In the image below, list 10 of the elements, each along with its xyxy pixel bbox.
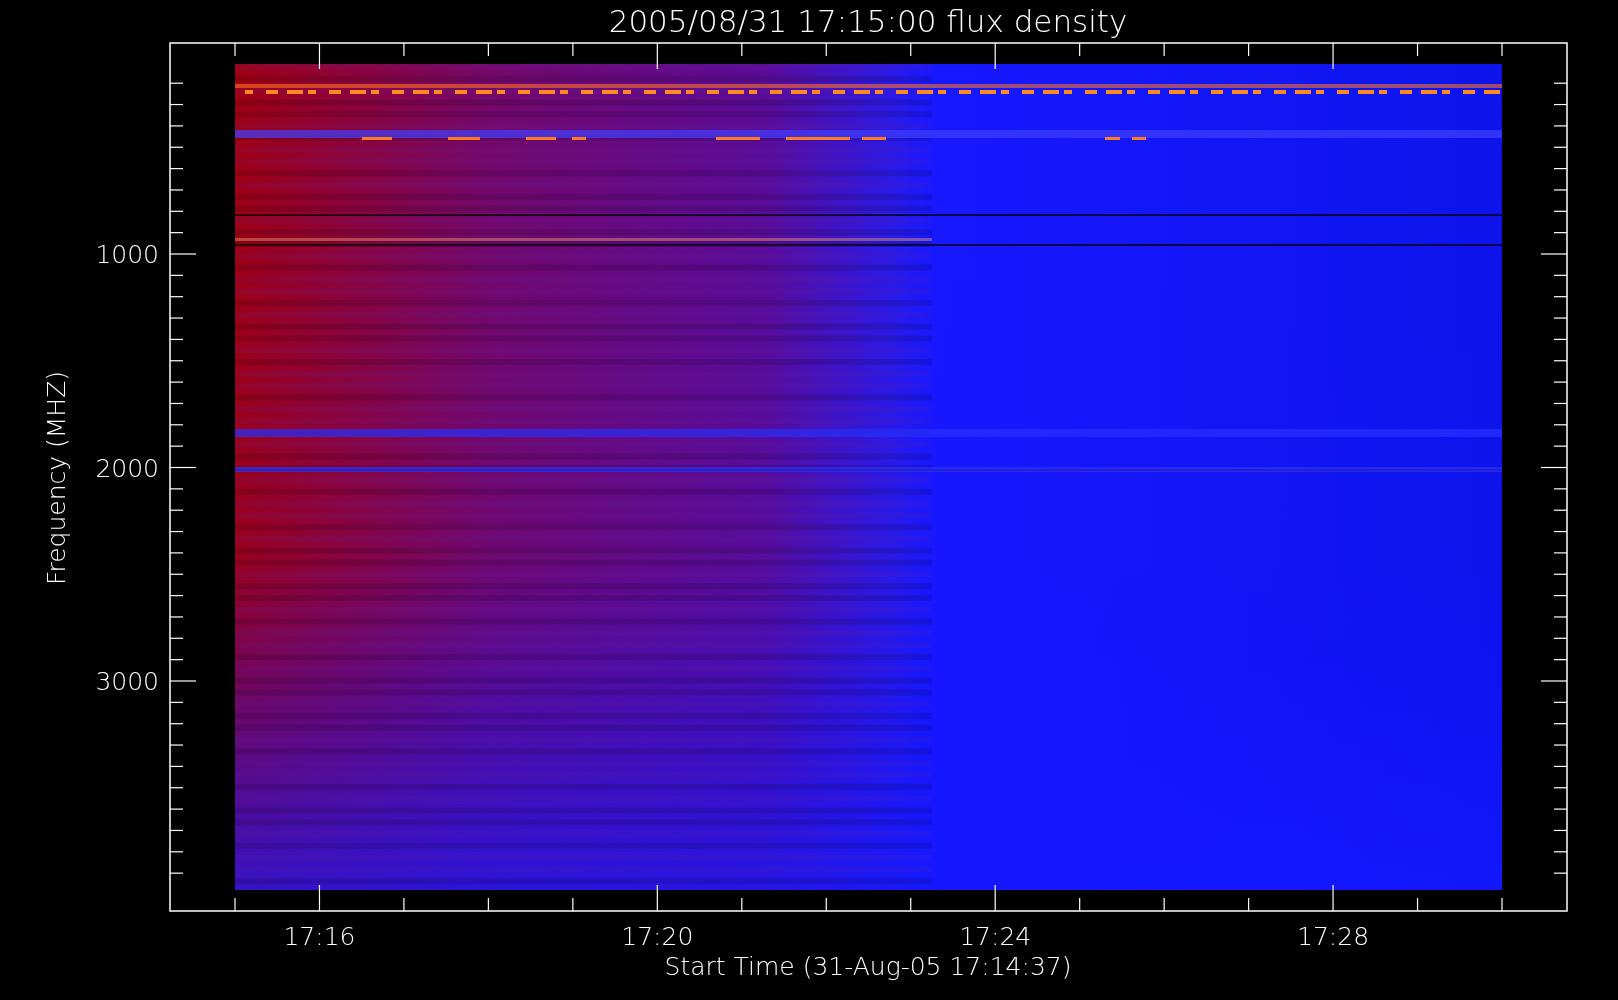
y-tick-label: 1000 bbox=[95, 240, 159, 269]
x-tick-label: 17:20 bbox=[621, 922, 694, 951]
x-tick-label: 17:24 bbox=[959, 922, 1032, 951]
y-tick-label: 3000 bbox=[95, 667, 159, 696]
x-tick-label: 17:28 bbox=[1297, 922, 1370, 951]
x-axis-label: Start Time (31-Aug-05 17:14:37) bbox=[664, 952, 1072, 981]
y-axis-label: Frequency (MHZ) bbox=[42, 370, 71, 586]
y-tick-label: 2000 bbox=[95, 453, 159, 483]
chart-title: 2005/08/31 17:15:00 flux density bbox=[608, 3, 1128, 39]
x-tick-label: 17:16 bbox=[283, 922, 356, 951]
